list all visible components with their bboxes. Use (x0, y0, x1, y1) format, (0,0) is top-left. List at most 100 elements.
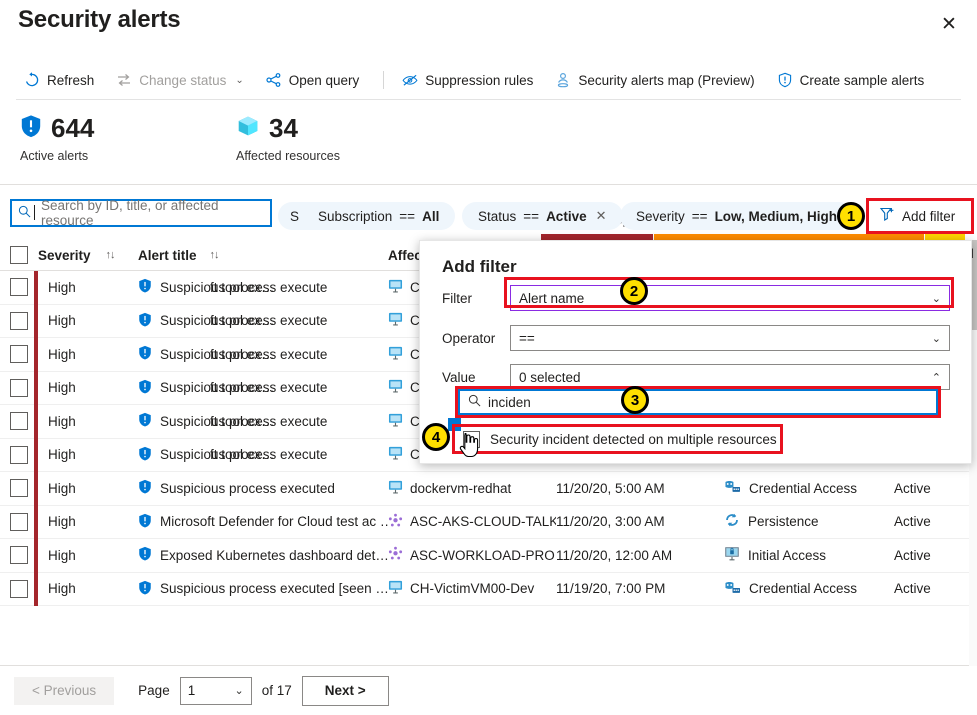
cell-severity: High (34, 438, 138, 472)
row-checkbox[interactable] (0, 579, 38, 598)
vm-icon (388, 379, 403, 396)
operator-row: Operator == ⌄ (442, 325, 952, 351)
suppression-rules-label: Suppression rules (425, 72, 534, 88)
close-icon[interactable]: ✕ (596, 208, 607, 224)
cell-affected-resource: CH-VictimVM00-Dev (388, 580, 556, 597)
filter-field-label: Filter (442, 290, 472, 306)
resource-label: CH-VictimVM00-Dev (410, 581, 535, 597)
row-checkbox[interactable] (0, 445, 38, 464)
alert-title-label: Suspicious process executed [seen … (160, 581, 388, 597)
page-label: Page (138, 683, 170, 698)
alert-title-overlap: ft tool ex… (210, 380, 275, 396)
cell-alert-title: Suspicious process execute ft tool ex… (138, 412, 388, 430)
resource-label: ASC-WORKLOAD-PRO… (410, 547, 556, 563)
next-page-button[interactable]: Next > (301, 675, 389, 706)
table-row[interactable]: High Exposed Kubernetes dashboard det… A… (0, 538, 977, 573)
vm-icon (388, 279, 403, 296)
row-checkbox[interactable] (0, 278, 38, 297)
column-header-alert-title[interactable]: Alert title ↑↓ (138, 248, 388, 263)
shield-alert-icon (138, 345, 152, 363)
shield-alert-icon (138, 479, 152, 497)
suppression-rules-button[interactable]: Suppression rules (394, 68, 541, 92)
severity-label: High (48, 447, 76, 463)
tactic-label: Credential Access (749, 480, 858, 496)
alert-title-overlap: ft tool ex… (210, 313, 275, 329)
add-filter-button[interactable]: Add filter (866, 198, 974, 234)
chip-subscription-value: All (422, 208, 440, 224)
security-alerts-map-button[interactable]: Security alerts map (Preview) (547, 68, 762, 92)
cell-alert-title: Suspicious process execute ft tool ex… (138, 312, 388, 330)
cell-severity: High (34, 270, 138, 304)
alert-title-label: Microsoft Defender for Cloud test ac … (160, 514, 388, 530)
cell-status: Active (894, 480, 931, 496)
filter-chip-subscription[interactable]: Subscription == All (302, 202, 456, 230)
resource-label: dockervm-redhat (410, 480, 512, 496)
column-header-severity[interactable]: Severity ↑↓ (38, 248, 138, 263)
shield-alert-icon (138, 278, 152, 296)
value-select[interactable]: 0 selected ⌃ (510, 364, 950, 390)
initial-access-icon (724, 546, 740, 564)
shield-alert-icon (138, 580, 152, 598)
chevron-up-icon: ⌃ (931, 371, 941, 384)
refresh-button[interactable]: Refresh (16, 68, 102, 92)
cell-alert-title: Suspicious process execute ft tool ex… (138, 379, 388, 397)
open-query-label: Open query (288, 72, 360, 88)
metric-active-alerts: 644 Active alerts (20, 114, 94, 164)
value-search-input[interactable]: inciden (458, 389, 938, 415)
credential-access-icon (724, 580, 741, 598)
row-checkbox[interactable] (0, 412, 38, 431)
column-label-alert-title: Alert title (138, 247, 197, 263)
filter-chip-status[interactable]: Status == Active ✕ (462, 202, 623, 230)
command-bar: Refresh Change status ⌄ Open query Suppr… (0, 62, 977, 98)
create-sample-alerts-button[interactable]: Create sample alerts (769, 68, 933, 92)
cell-severity: High (34, 404, 138, 438)
select-all-checkbox[interactable] (0, 246, 38, 264)
tactic-label: Initial Access (748, 547, 827, 563)
shield-alert-icon (138, 546, 152, 564)
value-option-item[interactable]: Security incident detected on multiple r… (455, 426, 781, 452)
value-row: Value 0 selected ⌃ (442, 364, 952, 390)
row-checkbox[interactable] (0, 311, 38, 330)
cell-status: Active (894, 581, 931, 597)
filter-field-select[interactable]: Alert name ⌄ (510, 285, 950, 311)
filter-chip-severity[interactable]: Severity == Low, Medium, High (620, 202, 854, 230)
chevron-down-icon: ⌄ (234, 685, 244, 697)
page-number-select[interactable]: 1 ⌄ (179, 676, 252, 705)
previous-page-button[interactable]: < Previous (14, 676, 115, 705)
table-row[interactable]: High Suspicious process executed dockerv… (0, 471, 977, 506)
add-filter-icon (879, 207, 896, 225)
alert-title-overlap: ft tool ex… (210, 447, 275, 463)
table-row[interactable]: High Suspicious process executed [seen …… (0, 572, 977, 606)
alert-title-overlap: ft tool ex… (210, 346, 275, 362)
close-icon[interactable]: ✕ (933, 8, 965, 40)
chip-severity-op: == (691, 208, 708, 224)
alert-title-overlap: ft tool ex… (210, 279, 275, 295)
row-checkbox[interactable] (0, 546, 38, 565)
cube-icon (236, 114, 260, 141)
change-status-label: Change status (139, 72, 227, 88)
row-checkbox[interactable] (0, 512, 38, 531)
cell-severity: High (34, 304, 138, 338)
cell-mitre-tactic: Credential Access (724, 580, 894, 598)
row-checkbox[interactable] (0, 479, 38, 498)
cell-affected-resource: dockervm-redhat (388, 480, 556, 497)
change-status-button[interactable]: Change status ⌄ (108, 68, 251, 92)
cell-severity: High (34, 471, 138, 505)
table-row[interactable]: High Microsoft Defender for Cloud test a… (0, 505, 977, 539)
cell-alert-title: Suspicious process execute ft tool ex… (138, 278, 388, 296)
step-badge-4: 4 (422, 423, 450, 451)
severity-label: High (48, 413, 76, 429)
row-checkbox[interactable] (0, 345, 38, 364)
open-query-button[interactable]: Open query (258, 68, 368, 92)
value-selected-count: 0 selected (519, 369, 581, 385)
cell-alert-title: Suspicious process executed [seen … (138, 580, 388, 598)
operator-select[interactable]: == ⌄ (510, 325, 950, 351)
refresh-icon (24, 72, 40, 88)
step-badge-3: 3 (621, 386, 649, 414)
chevron-down-icon: ⌄ (931, 332, 941, 345)
operator-value: == (519, 330, 535, 346)
resource-label: ASC-AKS-CLOUD-TALK (410, 514, 556, 530)
severity-label: High (48, 380, 76, 396)
row-checkbox[interactable] (0, 378, 38, 397)
search-input[interactable]: Search by ID, title, or affected resourc… (10, 198, 272, 228)
